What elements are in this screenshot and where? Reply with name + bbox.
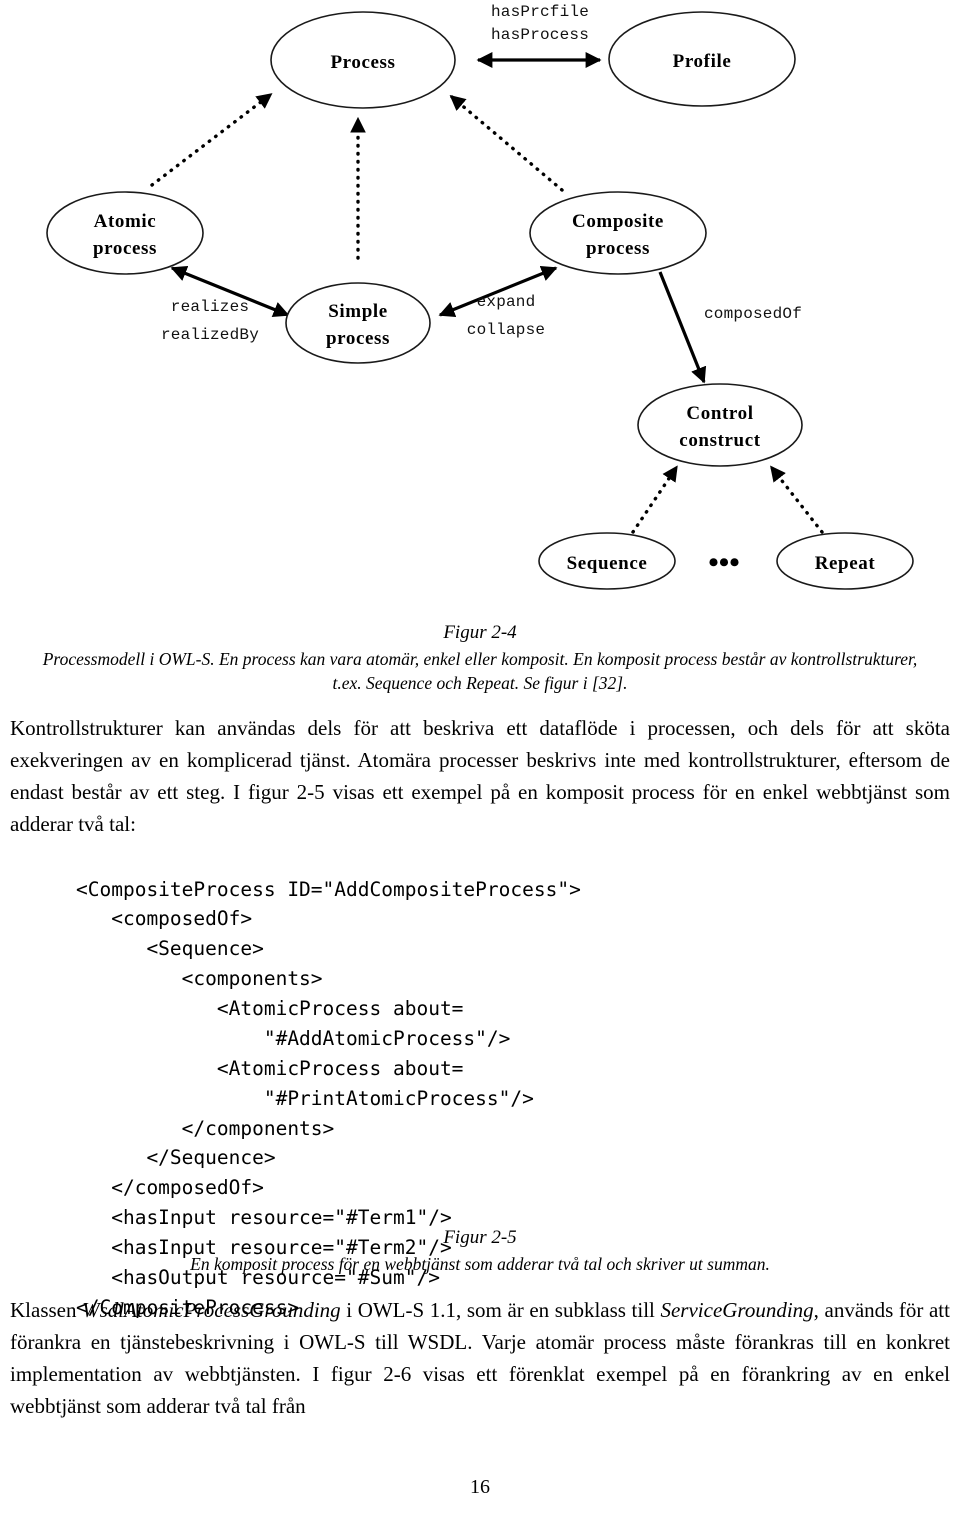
node-profile-label: Profile (673, 51, 732, 72)
figure-2-5-title: Figur 2-5 (443, 1227, 517, 1248)
edge-composedof (658, 271, 707, 384)
edge-label-composed-of: composedOf (704, 305, 802, 323)
node-sequence: Sequence (538, 532, 676, 590)
edge-atomic-to-process (150, 93, 273, 187)
document-page: Process Profile Atomic process Composite… (0, 0, 960, 1521)
par2-seg-2: i OWL-S 1.1, som är en subklass till (340, 1298, 661, 1322)
node-control-construct: Control construct (637, 383, 803, 467)
node-composite-process: Composite process (529, 191, 707, 275)
edge-label-realizes: realizes (171, 298, 249, 316)
par2-seg-1: Klassen (10, 1298, 83, 1322)
edge-label-expand: expand (477, 293, 536, 311)
node-simple-process: Simple process (285, 282, 431, 364)
node-profile: Profile (608, 11, 796, 107)
edge-label-collapse: collapse (467, 321, 545, 339)
figure-2-4-diagram: Process Profile Atomic process Composite… (0, 0, 960, 620)
node-control-construct-label-line2: construct (679, 430, 760, 451)
node-repeat-label: Repeat (815, 553, 876, 574)
edge-label-realized-by: realizedBy (161, 326, 259, 344)
node-control-construct-label-line1: Control (686, 403, 753, 424)
node-process-label: Process (330, 52, 395, 73)
node-atomic-process-label-line1: Atomic (94, 211, 157, 232)
figure-2-4-caption-block: Figur 2-4 Processmodell i OWL-S. En proc… (40, 622, 920, 695)
edge-repeat-to-control (770, 465, 824, 534)
paragraph-wsdl-grounding: Klassen WsdlAtomicProcessGrounding i OWL… (10, 1295, 950, 1423)
edge-sequence-to-control (631, 465, 678, 534)
figure-2-4-title: Figur 2-4 (443, 622, 517, 643)
node-simple-process-label-line1: Simple (328, 301, 388, 322)
node-atomic-process: Atomic process (46, 191, 204, 275)
figure-2-5-caption: En komposit process för en webbtjänst so… (190, 1254, 770, 1274)
figure-2-5-caption-block: Figur 2-5 En komposit process för en web… (40, 1227, 920, 1277)
node-composite-process-label-line2: process (586, 238, 650, 259)
node-process: Process (270, 11, 456, 109)
par2-italic-servicegrounding: ServiceGrounding (660, 1298, 814, 1322)
edge-composite-to-process (449, 94, 564, 192)
node-atomic-process-label-line2: process (93, 238, 157, 259)
node-repeat: Repeat (776, 532, 914, 590)
edge-label-has-process: hasProcess (491, 26, 589, 44)
node-composite-process-label-line1: Composite (572, 211, 664, 232)
par2-italic-wsdlatomicprocessgrounding: WsdlAtomicProcessGrounding (82, 1298, 341, 1322)
page-number: 16 (470, 1476, 490, 1498)
edge-label-has-profile: hasPrcfile (491, 3, 589, 21)
node-sequence-label: Sequence (567, 553, 648, 574)
paragraph-kontrollstrukturer: Kontrollstrukturer kan användas dels för… (10, 716, 950, 836)
figure-2-4-caption: Processmodell i OWL-S. En process kan va… (42, 649, 918, 693)
ellipsis-between-constructs: ••• (708, 546, 740, 579)
node-simple-process-label-line2: process (326, 328, 390, 349)
